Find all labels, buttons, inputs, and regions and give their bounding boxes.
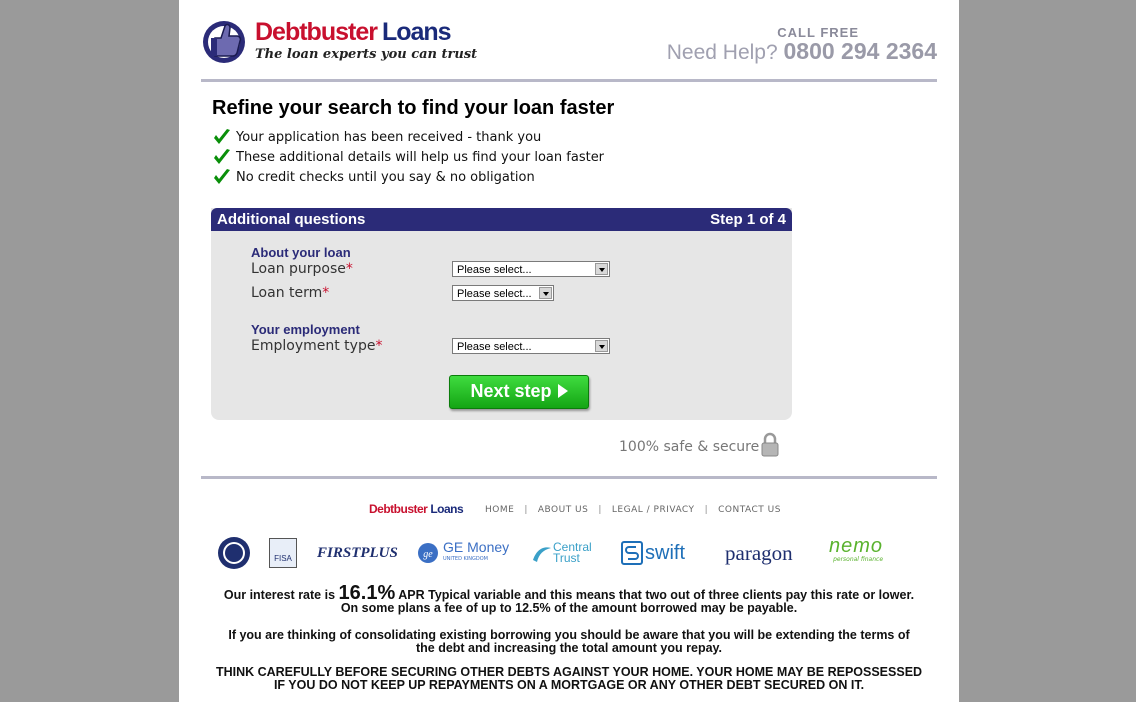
footer-link-legal[interactable]: LEGAL / PRIVACY bbox=[612, 505, 695, 515]
required-mark: * bbox=[375, 338, 383, 354]
loan-purpose-label: Loan purpose* bbox=[251, 261, 353, 277]
dma-seal-icon bbox=[218, 537, 250, 569]
employment-type-select[interactable]: Please select... bbox=[452, 338, 610, 354]
list-item-text: These additional details will help us fi… bbox=[236, 149, 605, 165]
benefits-list: Your application has been received - tha… bbox=[212, 127, 604, 187]
list-item-text: Your application has been received - tha… bbox=[236, 129, 542, 145]
play-arrow-icon bbox=[557, 384, 568, 398]
interest-rate-disclaimer: Our interest rate is 16.1% APR Typical v… bbox=[201, 583, 937, 615]
nav-separator: | bbox=[598, 505, 602, 515]
footer-divider bbox=[201, 476, 937, 479]
help-phone: Need Help? 0800 294 2364 bbox=[667, 38, 937, 65]
required-mark: * bbox=[322, 285, 330, 301]
footer-brand[interactable]: Debtbuster Loans bbox=[369, 502, 464, 516]
form-heading: Additional questions bbox=[217, 211, 366, 228]
step-indicator: Step 1 of 4 bbox=[710, 211, 786, 228]
loan-term-label: Loan term* bbox=[251, 285, 330, 301]
footer-link-about[interactable]: ABOUT US bbox=[538, 505, 589, 515]
swift-s-icon bbox=[621, 541, 643, 565]
secure-text: 100% safe & secure bbox=[619, 439, 760, 455]
additional-questions-form: Additional questions Step 1 of 4 About y… bbox=[211, 208, 792, 420]
swoosh-icon bbox=[533, 547, 551, 562]
loan-term-value: Please select... bbox=[457, 288, 532, 300]
consolidation-disclaimer: If you are thinking of consolidating exi… bbox=[228, 628, 910, 655]
section-employment: Your employment bbox=[251, 322, 360, 337]
dma-logo bbox=[217, 535, 251, 571]
form-header: Additional questions Step 1 of 4 bbox=[211, 208, 792, 231]
next-step-label: Next step bbox=[470, 381, 552, 401]
svg-text:ge: ge bbox=[423, 549, 433, 560]
employment-type-value: Please select... bbox=[457, 341, 532, 353]
fisa-text: FISA bbox=[269, 538, 297, 568]
paragon-logo: paragon bbox=[725, 540, 793, 565]
loan-term-select[interactable]: Please select... bbox=[452, 285, 554, 301]
footer-link-home[interactable]: HOME bbox=[485, 505, 514, 515]
fisa-logo: FISA bbox=[269, 535, 297, 571]
ge-money-logo: ge GE Money UNITED KINGDOM bbox=[417, 535, 509, 571]
chevron-down-icon[interactable] bbox=[539, 287, 552, 299]
section-about-loan: About your loan bbox=[251, 245, 351, 260]
padlock-icon bbox=[761, 432, 779, 457]
swift-text: swift bbox=[645, 541, 685, 564]
checkmark-icon bbox=[214, 129, 230, 144]
list-item: These additional details will help us fi… bbox=[212, 147, 604, 167]
nav-separator: | bbox=[704, 505, 709, 515]
brand-name: Debtbuster Loans bbox=[255, 18, 452, 46]
nav-separator: | bbox=[524, 505, 528, 515]
next-step-button[interactable]: Next step bbox=[449, 375, 589, 409]
required-mark: * bbox=[345, 261, 353, 277]
central-trust-text: Central Trust bbox=[553, 540, 592, 565]
header-divider bbox=[201, 79, 937, 82]
tagline: The loan experts you can trust bbox=[255, 47, 478, 62]
firstplus-logo: FIRSTPLUS bbox=[317, 544, 398, 561]
employment-type-label: Employment type* bbox=[251, 338, 383, 354]
ge-money-text: GE Money bbox=[443, 539, 510, 555]
fee-disclaimer: On some plans a fee of up to 12.5% of th… bbox=[340, 601, 798, 615]
footer-link-contact[interactable]: CONTACT US bbox=[718, 505, 781, 515]
nemo-logo: nemo personal finance bbox=[829, 535, 883, 571]
chevron-down-icon[interactable] bbox=[595, 263, 608, 275]
need-help-label: Need Help? bbox=[666, 41, 778, 64]
logo[interactable]: Debtbuster Loans The loan experts you can… bbox=[201, 10, 477, 70]
thumbs-up-logo-icon bbox=[203, 21, 245, 63]
checkmark-icon bbox=[214, 169, 230, 184]
chevron-down-icon[interactable] bbox=[595, 340, 608, 352]
page-title: Refine your search to find your loan fas… bbox=[212, 97, 615, 119]
loan-purpose-value: Please select... bbox=[457, 264, 532, 276]
nemo-text: nemo bbox=[829, 535, 884, 557]
secured-debt-warning: THINK CAREFULLY BEFORE SECURING OTHER DE… bbox=[215, 665, 923, 692]
central-trust-logo: Central Trust bbox=[531, 535, 595, 571]
swift-logo: swift bbox=[621, 535, 685, 571]
checkmark-icon bbox=[214, 149, 230, 164]
partner-logos: FISA FIRSTPLUS ge GE Money UNITED KINGDO… bbox=[217, 535, 927, 575]
list-item: Your application has been received - tha… bbox=[212, 127, 604, 147]
list-item-text: No credit checks until you say & no obli… bbox=[236, 169, 535, 185]
phone-number[interactable]: 0800 294 2364 bbox=[784, 38, 938, 64]
loan-purpose-select[interactable]: Please select... bbox=[452, 261, 610, 277]
page: Debtbuster Loans The loan experts you can… bbox=[179, 0, 959, 702]
nemo-subtext: personal finance bbox=[833, 556, 884, 563]
ge-monogram-icon: ge bbox=[418, 543, 438, 563]
list-item: No credit checks until you say & no obli… bbox=[212, 167, 604, 187]
footer-nav: HOME | ABOUT US | LEGAL / PRIVACY | CONTACT US bbox=[485, 505, 781, 515]
